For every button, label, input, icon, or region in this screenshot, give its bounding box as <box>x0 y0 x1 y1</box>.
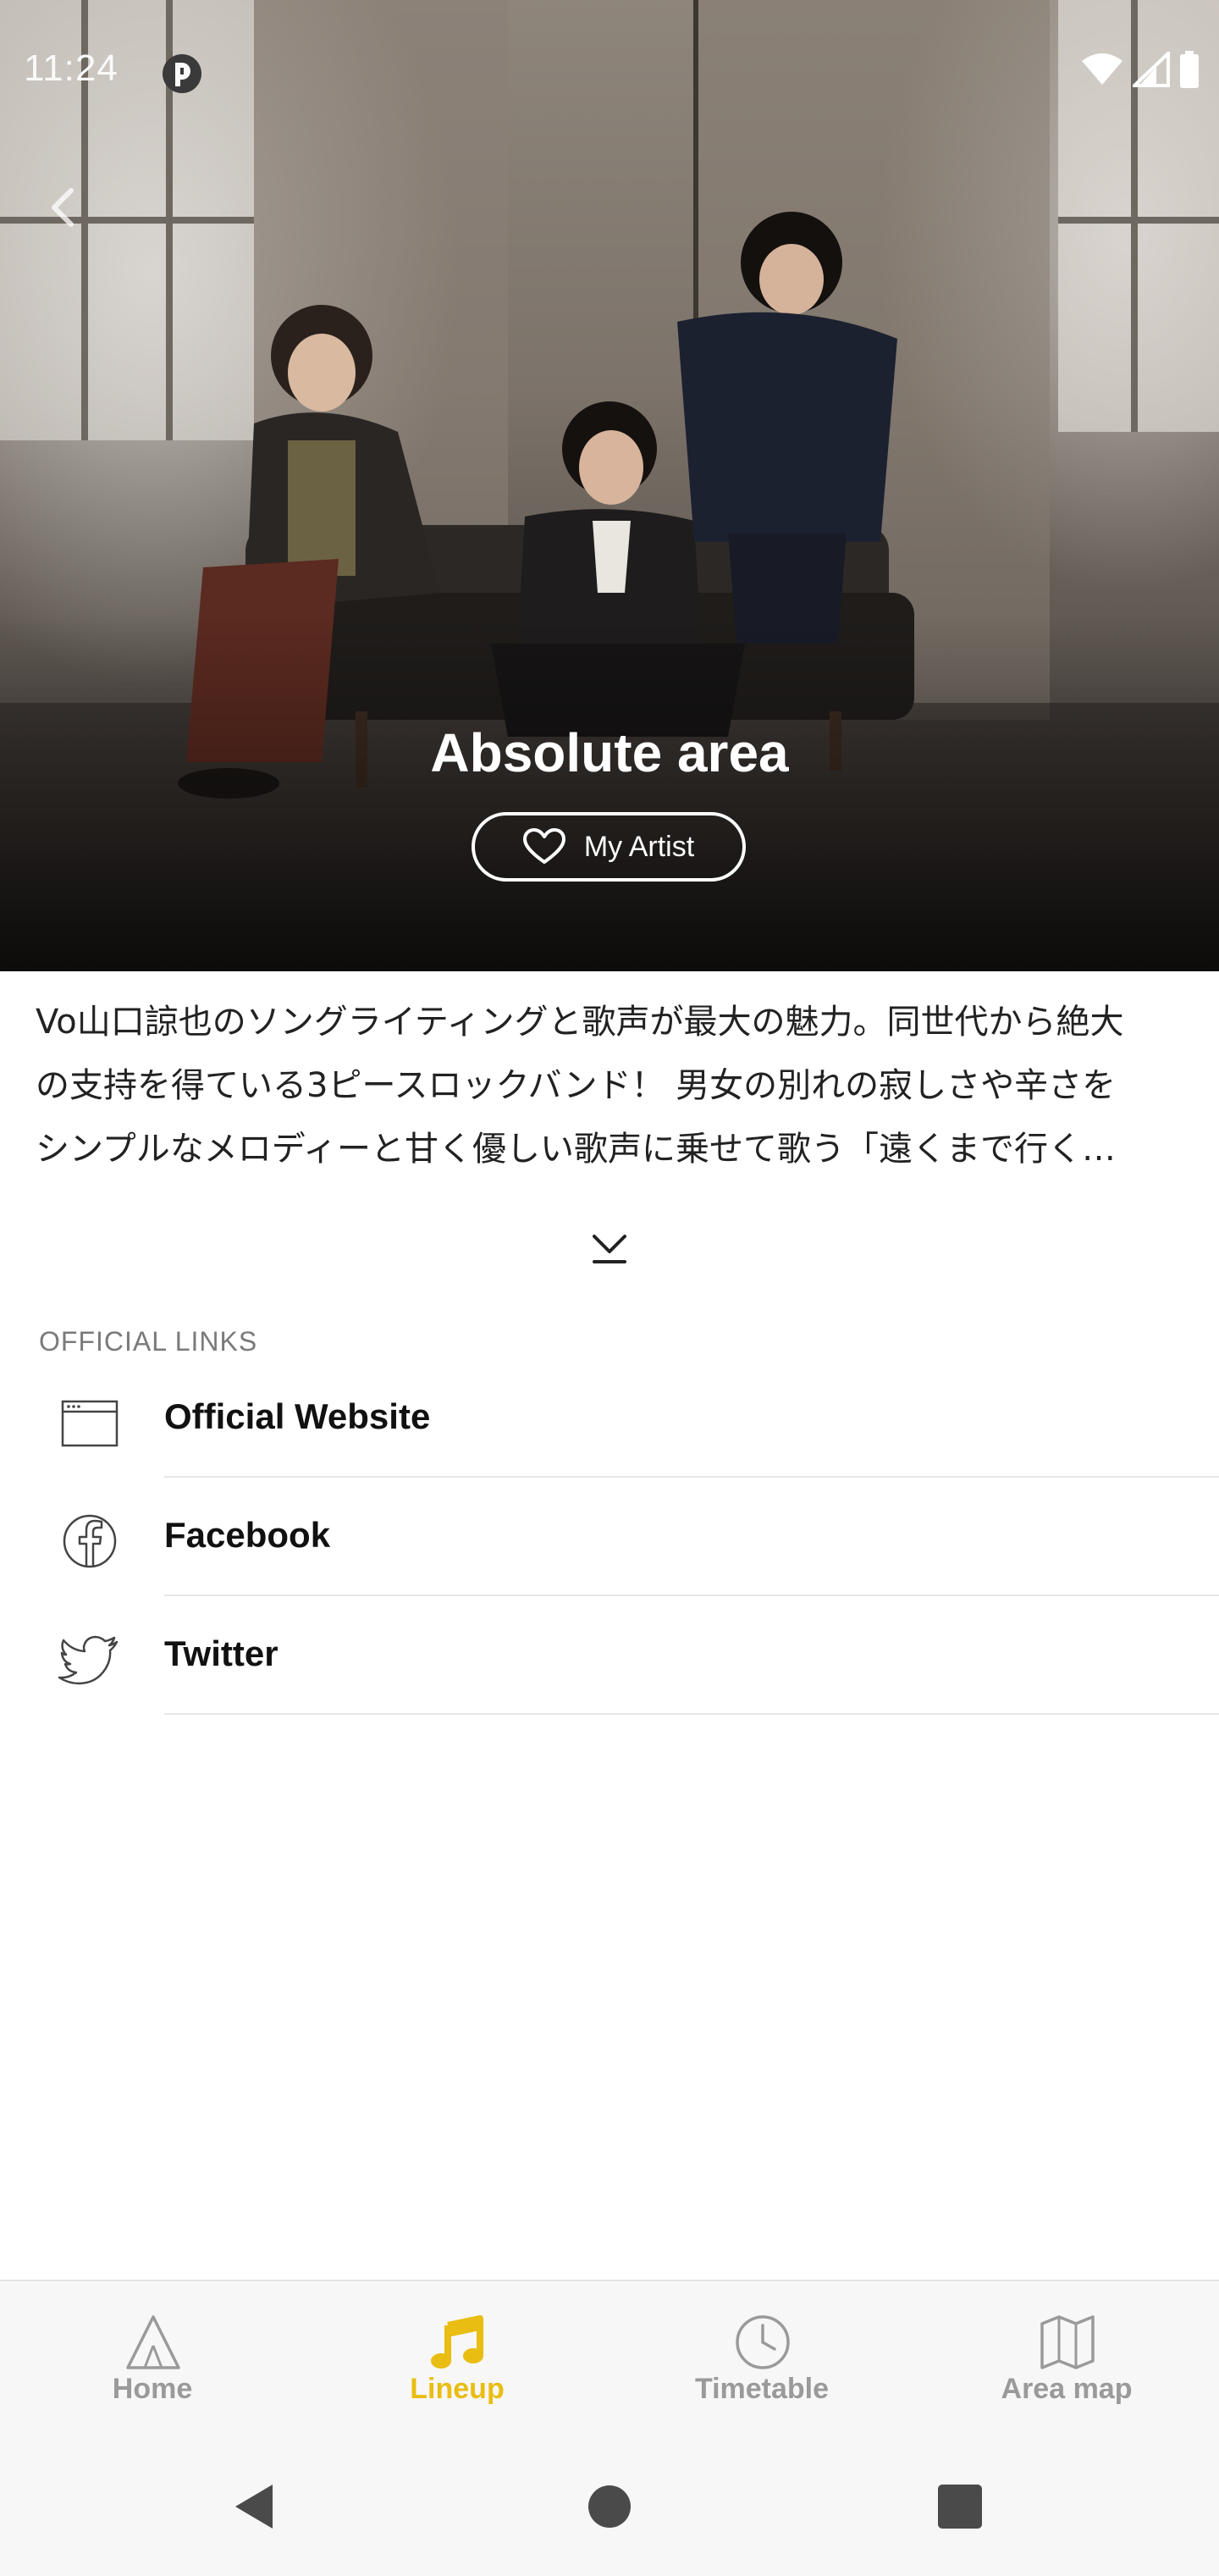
music-note-icon <box>431 2315 483 2369</box>
map-icon <box>1040 2315 1095 2369</box>
tab-label: Lineup <box>410 2373 505 2405</box>
my-artist-button[interactable]: My Artist <box>472 812 746 882</box>
browser-window-icon <box>61 1400 119 1447</box>
tab-timetable[interactable]: Timetable <box>610 2281 914 2425</box>
artist-description: Vo山口諒也のソングライティングと歌声が最大の魅力。同世代から絶大 の支持を得て… <box>36 991 1187 1181</box>
system-home-icon[interactable] <box>584 2481 635 2532</box>
description-line: の支持を得ている3ピースロックバンド！ 男女の別れの寂しさや辛さを <box>36 1066 1117 1105</box>
artist-name: Absolute area <box>430 722 789 783</box>
system-recents-icon[interactable] <box>935 2481 985 2532</box>
battery-icon <box>1180 51 1199 88</box>
twitter-link[interactable]: Twitter <box>0 1596 1219 1715</box>
hero-gradient-overlay <box>0 616 1219 971</box>
tent-icon <box>126 2315 180 2369</box>
tab-label: Timetable <box>694 2373 830 2405</box>
app-notification-icon <box>163 54 201 93</box>
tab-label: Home <box>112 2373 193 2405</box>
link-label: Facebook <box>164 1515 331 1555</box>
clock-icon <box>736 2315 790 2369</box>
link-label: Official Website <box>164 1396 431 1436</box>
official-links-title: OFFICIAL LINKS <box>39 1326 258 1357</box>
back-button[interactable] <box>37 178 88 237</box>
facebook-icon <box>63 1514 117 1568</box>
status-time: 11:24 <box>24 47 119 89</box>
artist-hero-image: 11:24 Absolute area My Artist <box>0 0 1219 971</box>
facebook-link[interactable]: Facebook <box>0 1478 1219 1596</box>
divider <box>164 1713 1219 1715</box>
status-icons <box>1080 51 1200 88</box>
expand-description-button[interactable] <box>584 1226 635 1269</box>
description-line: シンプルなメロディーと甘く優しい歌声に乗せて歌う「遠くまで行く… <box>36 1130 1116 1169</box>
tab-home[interactable]: Home <box>0 2281 305 2425</box>
system-navigation-bar <box>0 2439 1219 2566</box>
tab-area-map[interactable]: Area map <box>914 2281 1219 2425</box>
official-website-link[interactable]: Official Website <box>0 1359 1219 1478</box>
tab-lineup[interactable]: Lineup <box>305 2281 610 2425</box>
link-label: Twitter <box>164 1633 279 1673</box>
heart-icon <box>522 828 565 864</box>
cell-signal-icon <box>1133 52 1170 87</box>
wifi-icon <box>1082 53 1122 85</box>
my-artist-label: My Artist <box>583 830 695 863</box>
twitter-icon <box>58 1635 119 1685</box>
tab-label: Area map <box>1001 2373 1133 2405</box>
system-back-icon[interactable] <box>229 2481 279 2532</box>
description-line: Vo山口諒也のソングライティングと歌声が最大の魅力。同世代から絶大 <box>36 1003 1124 1042</box>
